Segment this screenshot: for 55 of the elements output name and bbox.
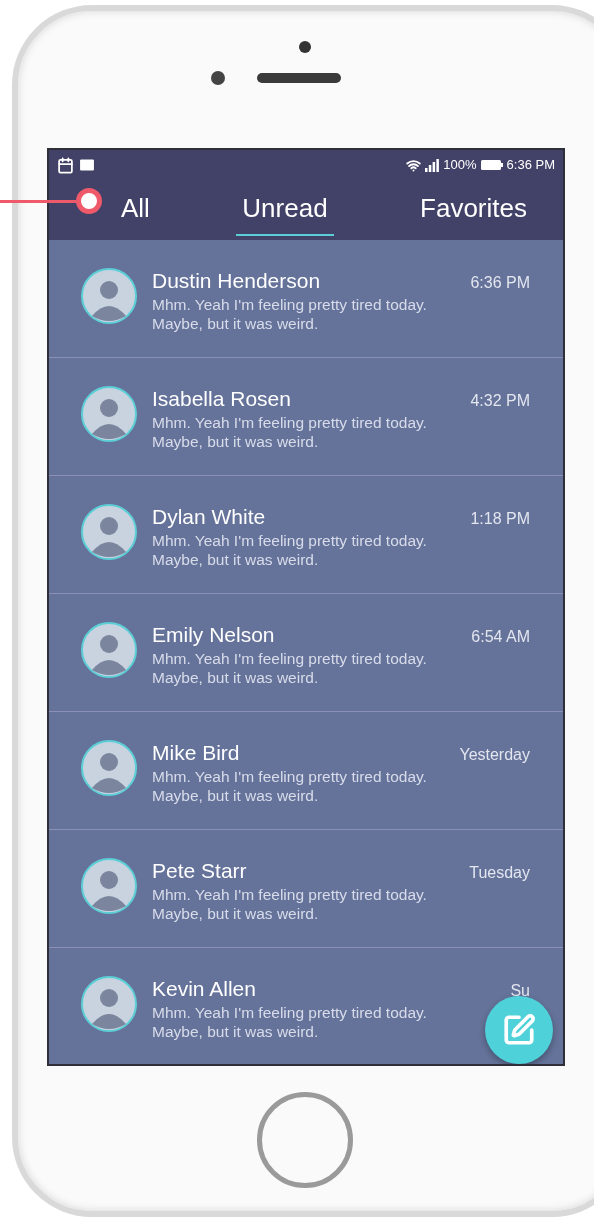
mail-icon [78,156,96,174]
message-preview: Maybe, but it was weird. [152,550,319,569]
message-preview: Mhm. Yeah I'm feeling pretty tired today. [152,295,427,314]
conversation-row[interactable]: Pete Starr Tuesday Mhm. Yeah I'm feeling pretty tired today. Maybe, but it was weird. [49,830,563,948]
conversation-row[interactable]: Dylan White 1:18 PM Mhm. Yeah I'm feeling pretty tired today. Maybe, but it was weird. [49,476,563,594]
message-time: Tuesday [469,863,530,883]
message-preview: Maybe, but it was weird. [152,668,319,687]
contact-name: Dustin Henderson [152,268,321,294]
wifi-icon [406,157,422,173]
contact-name: Emily Nelson [152,622,275,648]
contact-name: Pete Starr [152,858,247,884]
message-preview: Mhm. Yeah I'm feeling pretty tired today. [152,767,427,786]
message-time: 1:18 PM [470,509,530,529]
avatar [81,386,137,442]
avatar [81,976,137,1032]
battery-icon [480,160,503,170]
calendar-icon [57,156,74,174]
message-preview: Mhm. Yeah I'm feeling pretty tired today. [152,1003,427,1022]
message-preview: Maybe, but it was weird. [152,432,319,451]
avatar [81,268,137,324]
message-preview: Mhm. Yeah I'm feeling pretty tired today. [152,649,427,668]
tab[interactable]: All [115,188,156,236]
clock: 6:36 PM [506,156,555,175]
conversation-row[interactable]: Mike Bird Yesterday Mhm. Yeah I'm feeling pretty tired today. Maybe, but it was weird. [49,712,563,830]
message-preview: Maybe, but it was weird. [152,1022,319,1041]
contact-name: Dylan White [152,504,266,530]
avatar [81,504,137,560]
camera-icon [298,41,311,53]
message-time: Yesterday [459,745,530,765]
message-time: Su [510,981,530,1001]
avatar [81,858,137,914]
conversation-row[interactable]: Emily Nelson 6:54 AM Mhm. Yeah I'm feeling pretty tired today. Maybe, but it was weird. [49,594,563,712]
message-time: 4:32 PM [470,391,530,411]
tab[interactable]: Favorites [414,188,533,236]
message-preview: Mhm. Yeah I'm feeling pretty tired today. [152,413,427,432]
message-time: 6:36 PM [470,273,530,293]
message-preview: Maybe, but it was weird. [152,786,319,805]
avatar [81,622,137,678]
conversation-row[interactable]: Dustin Henderson 6:36 PM Mhm. Yeah I'm feeling pretty tired today. Maybe, but it was weird. [49,240,563,358]
tab[interactable]: Unread [236,188,334,236]
sensor-icon [210,71,225,85]
avatar [81,740,137,796]
message-preview: Mhm. Yeah I'm feeling pretty tired today. [152,885,427,904]
message-time: 6:54 AM [471,627,530,647]
message-preview: Maybe, but it was weird. [152,904,319,923]
contact-name: Kevin Allen [152,976,256,1002]
battery-percentage: 100% [443,156,477,175]
compose-button[interactable] [485,996,553,1064]
compose-icon [502,1013,536,1047]
signal-icon [425,158,440,172]
contact-name: Isabella Rosen [152,386,291,412]
message-preview: Maybe, but it was weird. [152,314,319,333]
contact-name: Mike Bird [152,740,240,766]
conversation-row[interactable]: Isabella Rosen 4:32 PM Mhm. Yeah I'm feeling pretty tired today. Maybe, but it was weird. [49,358,563,476]
message-preview: Mhm. Yeah I'm feeling pretty tired today. [152,531,427,550]
